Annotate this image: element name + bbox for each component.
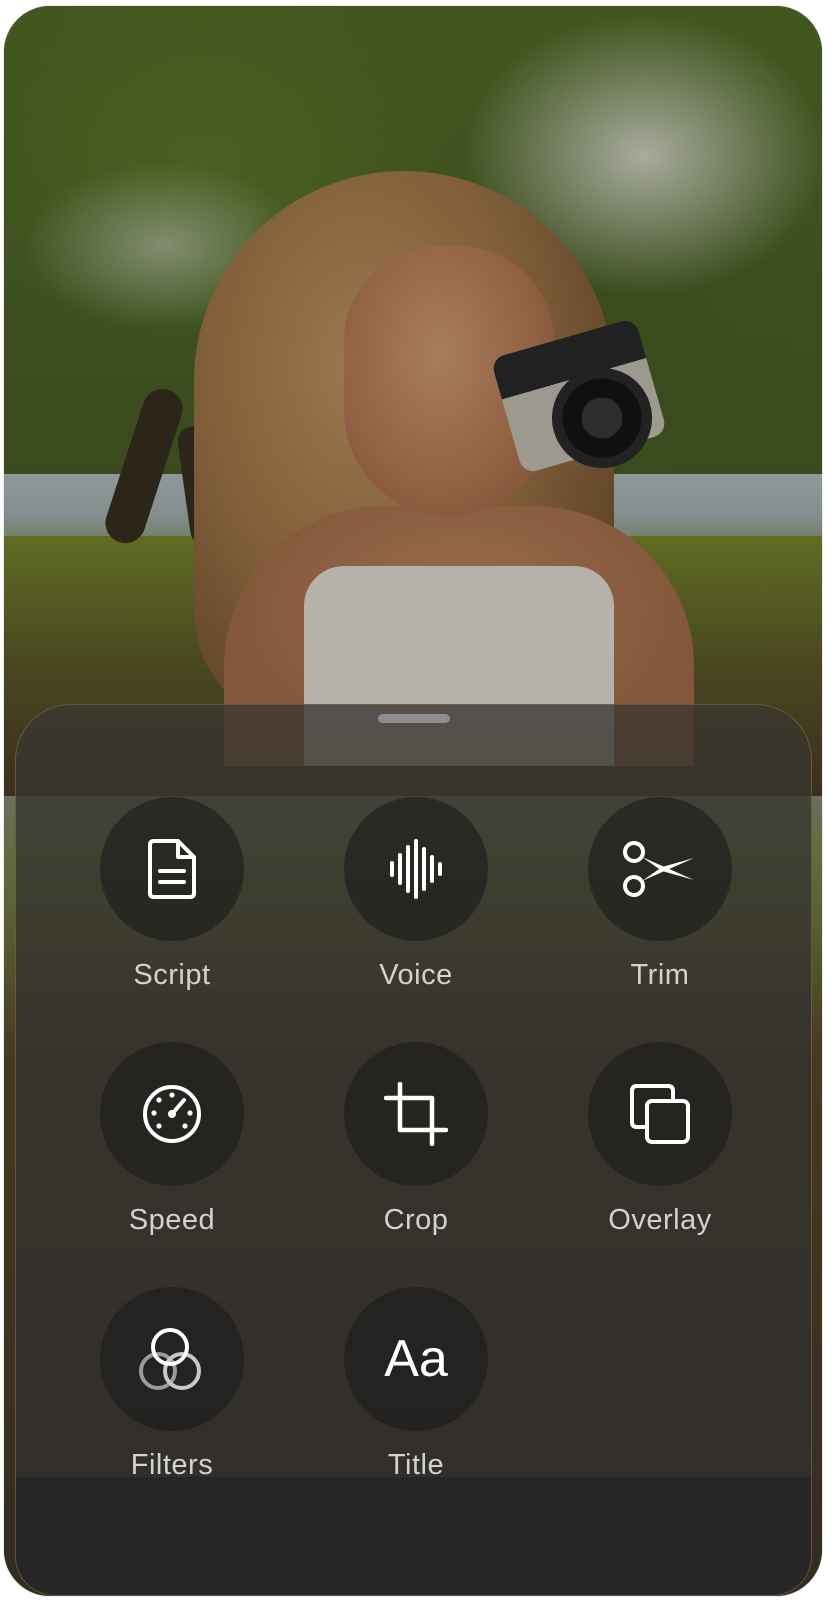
speed-button[interactable]: Speed bbox=[72, 1042, 272, 1262]
trim-icon-circle[interactable] bbox=[588, 797, 732, 941]
filters-icon bbox=[139, 1328, 201, 1390]
title-button[interactable]: Aa Title bbox=[316, 1287, 516, 1507]
overlay-icon-circle[interactable] bbox=[588, 1042, 732, 1186]
overlay-icon bbox=[630, 1084, 690, 1144]
scissors-icon bbox=[623, 841, 694, 897]
script-label: Script bbox=[133, 959, 211, 991]
crop-icon bbox=[384, 1082, 448, 1146]
voice-button[interactable]: Voice bbox=[316, 797, 516, 1017]
document-icon bbox=[148, 839, 196, 899]
crop-icon-circle[interactable] bbox=[344, 1042, 488, 1186]
sheet-drag-handle[interactable] bbox=[377, 714, 450, 723]
trim-button[interactable]: Trim bbox=[560, 797, 760, 1017]
filters-label: Filters bbox=[130, 1449, 214, 1481]
filters-button[interactable]: Filters bbox=[72, 1287, 272, 1507]
crop-button[interactable]: Crop bbox=[316, 1042, 516, 1262]
voice-icon-circle[interactable] bbox=[344, 797, 488, 941]
waveform-icon bbox=[390, 839, 442, 899]
speedometer-icon bbox=[143, 1085, 201, 1143]
speed-icon-circle[interactable] bbox=[100, 1042, 244, 1186]
speed-label: Speed bbox=[128, 1204, 216, 1236]
voice-label: Voice bbox=[379, 959, 453, 991]
filters-icon-circle[interactable] bbox=[100, 1287, 244, 1431]
text-icon: Aa bbox=[384, 1330, 448, 1388]
trim-label: Trim bbox=[630, 959, 690, 991]
script-icon-circle[interactable] bbox=[100, 797, 244, 941]
title-label: Title bbox=[387, 1449, 445, 1481]
title-icon-circle[interactable]: Aa bbox=[344, 1287, 488, 1431]
overlay-button[interactable]: Overlay bbox=[560, 1042, 760, 1262]
phone-screen: Script Voice Trim Speed Crop Overlay Fil… bbox=[4, 6, 822, 1596]
script-button[interactable]: Script bbox=[72, 797, 272, 1017]
overlay-label: Overlay bbox=[608, 1204, 712, 1236]
crop-label: Crop bbox=[383, 1204, 449, 1236]
tools-sheet: Script Voice Trim Speed Crop Overlay Fil… bbox=[15, 704, 812, 1596]
